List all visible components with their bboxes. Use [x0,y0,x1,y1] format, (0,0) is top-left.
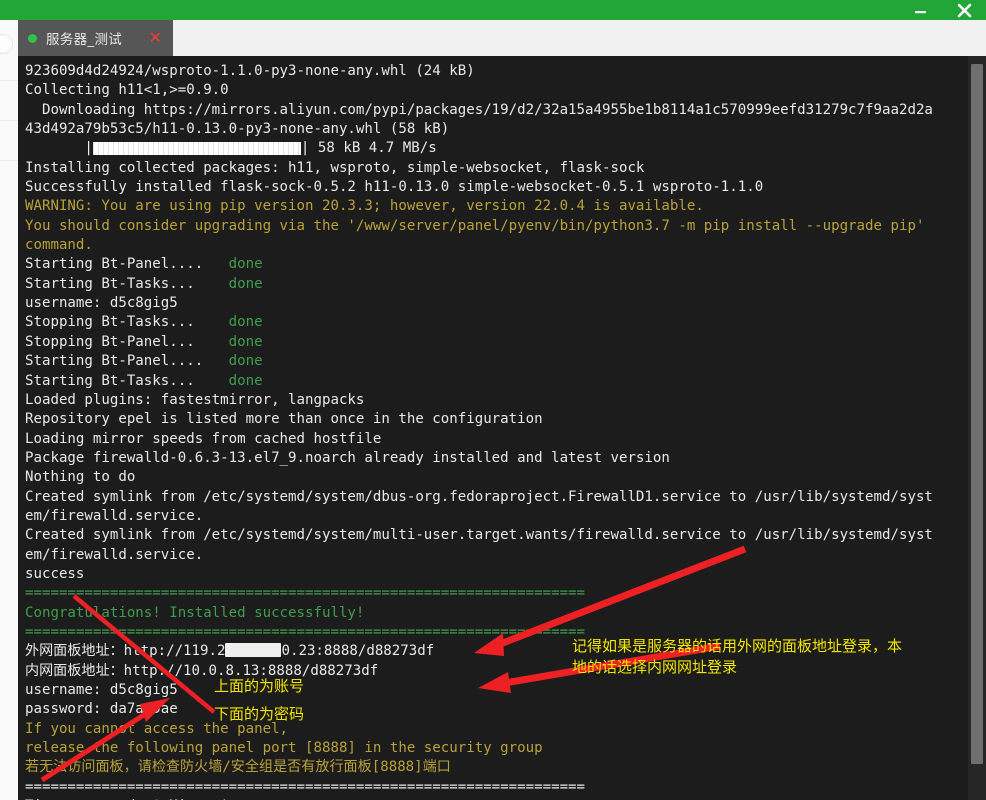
terminal-line: Successfully installed flask-sock-0.5.2 … [25,179,764,196]
terminal-line-status: done [228,372,263,389]
terminal-lines: 923609d4d24924/wsproto-1.1.0-py3-none-an… [25,62,968,800]
download-progress-bar [92,142,301,156]
tab-label: 服务器_测试 [46,32,123,48]
terminal-line: command. [25,237,93,254]
download-speed-label: 58 kB 4.7 MB/s [309,140,437,157]
terminal-line: If you cannot access the panel, [25,720,289,737]
window-controls [898,0,986,20]
terminal-line: username: d5c8gig5 [25,295,178,312]
terminal-line: Loaded plugins: fastestmirror, langpacks [25,391,365,408]
terminal-line-status: done [228,333,263,350]
tab-session[interactable]: 服务器_测试 ✕ [18,20,173,56]
close-icon[interactable]: ✕ [149,30,162,46]
terminal-line-status: done [228,353,263,370]
terminal-line: Package firewalld-0.6.3-13.el7_9.noarch … [25,449,670,466]
terminal-line: success [25,565,85,582]
terminal-line-status: done [228,275,263,292]
terminal-line: Collecting h11<1,>=0.9.0 [25,82,229,99]
terminal-text-area: 923609d4d24924/wsproto-1.1.0-py3-none-an… [18,56,968,800]
rail-divider [0,120,18,121]
terminal-line-status: done [228,256,263,273]
terminal-line: release the following panel port [8888] … [25,740,543,757]
terminal-line: Stopping Bt-Tasks... done [25,314,263,331]
tab-strip: 服务器_测试 ✕ [18,20,986,56]
terminal-line: Installing collected packages: h11, wspr… [25,159,645,176]
terminal-line: Starting Bt-Panel.... done [25,256,263,273]
rail-circle-icon [0,34,13,54]
terminal-line: em/firewalld.service. [25,507,204,524]
terminal-line: Created symlink from /etc/systemd/system… [25,527,933,544]
minimize-button[interactable] [898,0,942,20]
terminal-line-status: done [228,314,263,331]
window-titlebar [0,0,986,20]
terminal-line: | | 58 kB 4.7 MB/s [84,140,437,157]
scrollbar-thumb[interactable] [971,64,983,764]
terminal-line: You should consider upgrading via the '/… [25,217,925,234]
terminal-line: Starting Bt-Panel.... done [25,353,263,370]
terminal-line: Loading mirror speeds from cached hostfi… [25,430,382,447]
connection-status-dot-icon [28,33,37,43]
terminal-line: Nothing to do [25,469,136,486]
terminal-line: WARNING: You are using pip version 20.3.… [25,198,704,215]
rail-divider [0,80,18,81]
terminal-window: 服务器_测试 ✕ 923609d4d24924/wsproto-1.1.0-py… [0,0,986,800]
redaction-block [225,643,282,658]
terminal-line: ========================================… [25,623,586,640]
terminal-line: em/firewalld.service. [25,546,204,563]
terminal-line: Starting Bt-Tasks... done [25,372,263,389]
terminal-line: 若无法访问面板，请检查防火墙/安全组是否有放行面板[8888]端口 [25,759,451,776]
terminal-line: Downloading https://mirrors.aliyun.com/p… [25,101,933,118]
terminal-line: Created symlink from /etc/systemd/system… [25,488,933,505]
left-rail [0,20,19,800]
terminal-line: Repository epel is listed more than once… [25,411,543,428]
rail-divider [0,160,18,161]
terminal-line: password: da7a89ae [25,701,178,718]
terminal-line: Stopping Bt-Panel... done [25,333,263,350]
vertical-scrollbar[interactable] [968,56,986,800]
terminal-line: 923609d4d24924/wsproto-1.1.0-py3-none-an… [25,63,475,79]
terminal-line: 43d492a79b53c5/h11-0.13.0-py3-none-any.w… [25,121,450,138]
terminal-output-pane[interactable]: 923609d4d24924/wsproto-1.1.0-py3-none-an… [18,56,986,800]
terminal-line: ========================================… [25,778,586,795]
terminal-line: Starting Bt-Tasks... done [25,275,263,292]
terminal-line: ========================================… [25,585,586,602]
terminal-line: username: d5c8gig5 [25,682,178,698]
terminal-line: 外网面板地址：http://119.2 0.23:8888/d88273df [25,643,435,660]
close-button[interactable] [942,0,986,20]
terminal-line: 内网面板地址：http://10.0.8.13:8888/d88273df [25,662,379,679]
terminal-line: Congratulations! Installed successfully! [25,604,365,621]
